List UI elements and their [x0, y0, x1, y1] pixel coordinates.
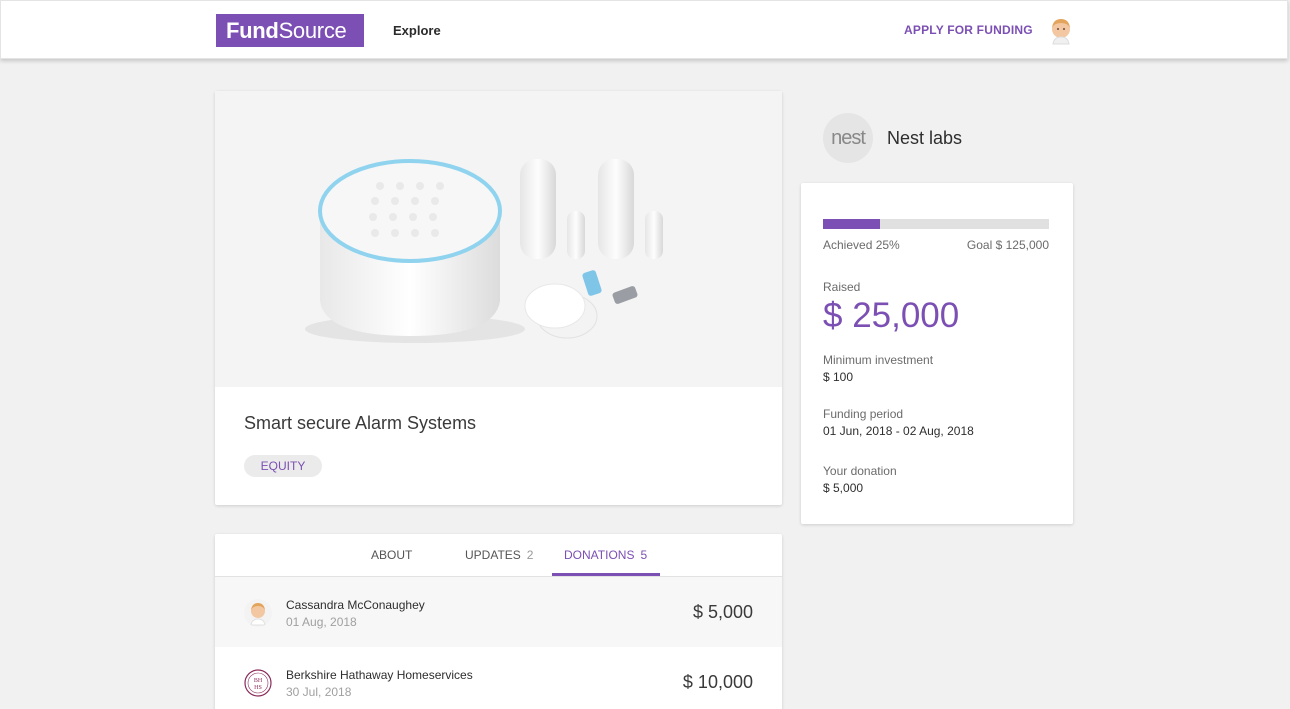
donation-amount: $ 10,000 — [682, 672, 753, 692]
tab-donations-count: 5 — [640, 548, 648, 562]
active-tab-indicator — [552, 573, 660, 576]
project-title: Smart secure Alarm Systems — [244, 413, 477, 433]
nest-company-logo[interactable]: nest — [823, 113, 873, 163]
tab-about[interactable]: ABOUT — [371, 548, 412, 562]
tab-donations[interactable]: DONATIONS 5 — [564, 548, 647, 562]
funding-period-label: Funding period — [823, 407, 904, 421]
donation-date: 01 Aug, 2018 — [286, 615, 357, 629]
fundsource-logo[interactable]: FundSource — [216, 14, 364, 47]
donation-date: 30 Jul, 2018 — [286, 685, 352, 699]
donation-row[interactable]: Cassandra McConaughey 01 Aug, 2018 $ 5,0… — [215, 577, 782, 647]
tab-updates-count: 2 — [526, 548, 534, 562]
svg-text:HS: HS — [254, 685, 262, 691]
top-navigation-bar: FundSource Explore APPLY FOR FUNDING — [0, 0, 1288, 59]
goal-amount: Goal $ 125,000 — [966, 238, 1049, 252]
your-donation-label: Your donation — [823, 464, 897, 478]
alarm-system-product-image — [305, 159, 663, 343]
svg-text:BH: BH — [254, 678, 263, 684]
donation-amount: $ 5,000 — [692, 602, 753, 622]
user-avatar-icon[interactable] — [1048, 17, 1074, 45]
nav-explore-link[interactable]: Explore — [393, 23, 441, 38]
minimum-investment-value: $ 100 — [823, 370, 854, 384]
raised-label: Raised — [823, 280, 861, 294]
funding-progress-fill — [823, 219, 880, 229]
project-card: Smart secure Alarm Systems EQUITY — [215, 91, 782, 505]
donor-avatar-icon — [244, 599, 272, 627]
logo-bold-text: Fund — [226, 18, 279, 43]
logo-rest-text: Source — [278, 18, 347, 43]
company-name[interactable]: Nest labs — [887, 128, 962, 149]
minimum-investment-label: Minimum investment — [823, 353, 934, 367]
apply-for-funding-link[interactable]: APPLY FOR FUNDING — [904, 23, 1033, 37]
project-hero-image — [215, 91, 782, 387]
raised-amount: $ 25,000 — [823, 296, 960, 335]
berkshire-hathaway-logo-icon: BH HS — [244, 669, 272, 697]
tab-updates[interactable]: UPDATES 2 — [465, 548, 533, 562]
project-tabs-card: ABOUT UPDATES 2 DONATIONS 5 Cassandra McCo… — [215, 534, 782, 709]
donor-name: Cassandra McConaughey — [286, 598, 425, 612]
funding-summary-card: Achieved 25% Goal $ 125,000 Raised $ 25,… — [801, 183, 1073, 524]
funding-period-value: 01 Jun, 2018 - 02 Aug, 2018 — [823, 424, 974, 438]
tab-about-label: ABOUT — [371, 548, 413, 562]
your-donation-value: $ 5,000 — [823, 481, 864, 495]
donor-name: Berkshire Hathaway Homeservices — [286, 668, 473, 682]
tab-bar: ABOUT UPDATES 2 DONATIONS 5 — [215, 534, 782, 577]
achieved-percent: Achieved 25% — [823, 238, 900, 252]
equity-tag[interactable]: EQUITY — [244, 455, 322, 477]
tab-updates-label: UPDATES — [465, 548, 521, 562]
funding-progress-bar — [823, 219, 1049, 229]
donation-row[interactable]: BH HS Berkshire Hathaway Homeservices 30… — [215, 647, 782, 709]
tab-donations-label: DONATIONS — [564, 548, 635, 562]
